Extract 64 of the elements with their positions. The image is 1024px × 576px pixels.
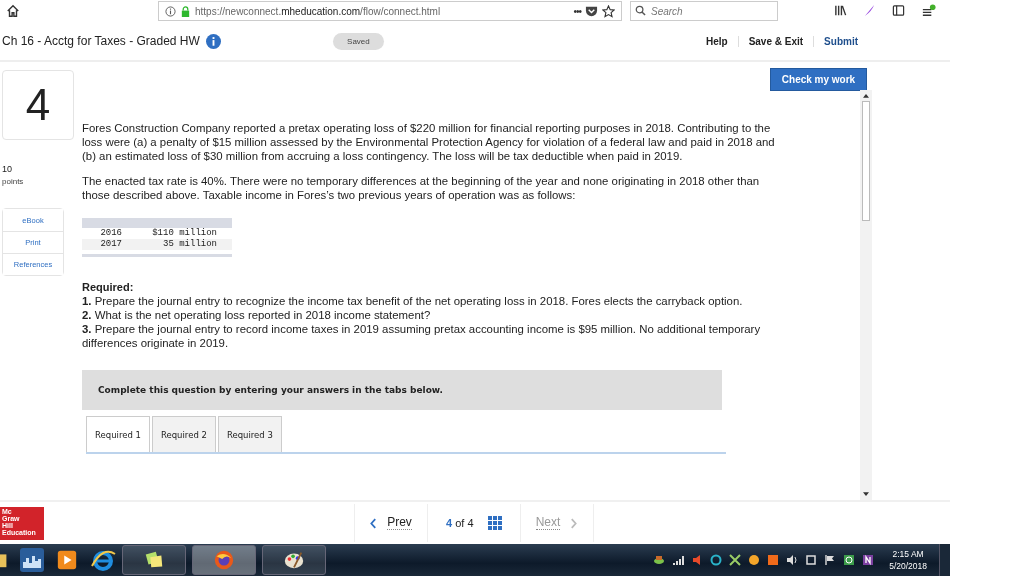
- required-item: 1. Prepare the journal entry to recognize the income tax benefit of the net operating loss in 2018. Fores elects the carryback option.: [82, 294, 744, 308]
- scroll-down-icon[interactable]: [863, 492, 869, 497]
- info-icon: [165, 5, 176, 17]
- search-icon: [635, 5, 646, 16]
- clock-time: 2:15 AM: [892, 548, 924, 560]
- check-my-work-button[interactable]: Check my work: [770, 68, 867, 91]
- table-cell-text: 2017: [99, 239, 122, 250]
- required-tab[interactable]: Required 3: [217, 416, 282, 452]
- table-cell-text: 35 million: [162, 239, 217, 250]
- chevron-right-icon: [570, 517, 578, 529]
- header-link[interactable]: Save & Exit: [737, 35, 814, 47]
- required-tab[interactable]: Required 2: [151, 416, 216, 452]
- square-app-icon[interactable]: [767, 554, 780, 566]
- firefox-button[interactable]: [192, 545, 256, 575]
- circle-app-icon[interactable]: [748, 554, 761, 566]
- menu-dots[interactable]: •••: [573, 5, 581, 17]
- saved-status: Saved: [333, 32, 384, 50]
- header-link[interactable]: Help: [695, 35, 738, 47]
- clock-date: 5/20/2018: [889, 560, 927, 572]
- home-icon[interactable]: [6, 4, 20, 18]
- menu-icon[interactable]: [921, 3, 936, 19]
- paint-button[interactable]: [262, 545, 326, 575]
- scrollbar[interactable]: [860, 90, 872, 500]
- search-field[interactable]: Search: [630, 1, 778, 21]
- required-heading: Required:: [82, 281, 135, 293]
- sidebar-icon[interactable]: [892, 3, 905, 17]
- required-tab[interactable]: Required 1: [86, 416, 150, 452]
- star-icon[interactable]: [602, 4, 615, 18]
- header-link[interactable]: Submit: [813, 35, 868, 47]
- required-item: 2. What is the net operating loss reported in 2018 income statement?: [82, 308, 432, 322]
- table-cell-text: 2016: [99, 228, 122, 239]
- lock-icon: [180, 5, 191, 17]
- sticky-notes-button[interactable]: [122, 545, 186, 575]
- address-bar[interactable]: https://newconnect.mheducation.com/flow/connect.html •••: [158, 1, 622, 21]
- scroll-thumb[interactable]: [862, 101, 870, 221]
- points-label: points: [2, 177, 25, 186]
- page-counter: 4 of 4: [446, 517, 474, 529]
- instruction-text: Complete this question by entering your answers in the tabs below.: [98, 385, 443, 395]
- browser-e-icon[interactable]: [90, 548, 116, 572]
- firefox-icon: [213, 549, 235, 571]
- assignment-title: Ch 16 - Acctg for Taxes - Graded HW: [2, 34, 200, 48]
- sync-icon[interactable]: [843, 554, 856, 566]
- question-number: 4: [2, 70, 74, 140]
- required-item: 3. Prepare the journal entry to record income taxes in 2019 assuming pretax accounting income is $95 million. No additional temporary differences originate in 2019.: [82, 322, 762, 350]
- question-paragraph: The enacted tax rate is 40%. There were no temporary differences at the beginning of the year and none originating in 2018 other than those described above. Taxable income in Fores’s two previous years of operation was as follows:: [82, 174, 761, 202]
- library-icon[interactable]: [834, 3, 847, 17]
- media-player-icon[interactable]: [56, 549, 78, 571]
- table-cell-text: $110 million: [151, 228, 217, 239]
- pocket-icon[interactable]: [585, 4, 598, 18]
- city-app-icon[interactable]: [20, 548, 44, 572]
- notebook-icon[interactable]: [862, 554, 875, 566]
- info-icon[interactable]: [205, 33, 221, 49]
- chevron-left-icon: [370, 517, 378, 529]
- grid-icon[interactable]: [487, 516, 502, 530]
- clock[interactable]: 2:15 AM 5/20/2018: [889, 548, 927, 572]
- url-text: https://newconnect.mheducation.com/flow/connect.html: [195, 5, 442, 17]
- device-icon[interactable]: [805, 554, 818, 566]
- volume-icon[interactable]: [786, 554, 799, 566]
- question-paragraph: Fores Construction Company reported a pretax operating loss of $220 million for financial reporting purposes in 2018. Contributing to the loss were (a) a penalty of $15 million assessed by the Environmental Protection Agency for violation of a federal law and paid in 2018 and (b) an estimated loss of $30 million from accruing a loss contingency. The loss will be tax deductible when paid in 2019.: [82, 121, 776, 163]
- points-value: 10: [2, 164, 13, 174]
- flag-icon[interactable]: [824, 554, 837, 566]
- palette-icon: [283, 549, 305, 571]
- scroll-up-icon[interactable]: [863, 93, 869, 98]
- signal-icon[interactable]: [672, 554, 685, 566]
